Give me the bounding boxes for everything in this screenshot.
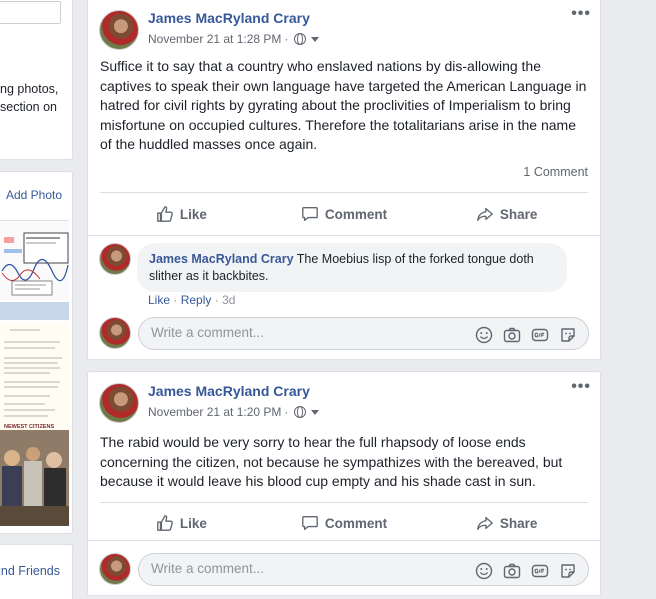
emoji-icon[interactable] — [474, 325, 493, 344]
comment-time[interactable]: 3d — [222, 293, 235, 307]
chevron-down-icon[interactable] — [311, 36, 320, 42]
like-label: Like — [179, 206, 207, 222]
comment: James MacRyland Crary The Moebius lisp o… — [137, 243, 567, 292]
comments-section: James MacRyland Crary The Moebius lisp o… — [88, 235, 600, 359]
like-button[interactable]: Like — [100, 196, 263, 232]
comments-section — [88, 540, 600, 595]
commenter-avatar[interactable] — [99, 243, 131, 275]
find-friends-link[interactable]: ind Friends — [0, 564, 60, 578]
sticker-icon[interactable] — [558, 325, 577, 344]
like-button[interactable]: Like — [100, 505, 263, 541]
separator: · — [173, 293, 178, 307]
current-user-avatar[interactable] — [99, 317, 131, 349]
feed-post: James MacRyland Crary November 21 at 1:2… — [87, 0, 601, 360]
gif-icon[interactable] — [530, 561, 549, 580]
add-photo-link[interactable]: Add Photo — [6, 188, 62, 202]
document-thumbnail[interactable]: NEWEST CITIZENS — [0, 322, 69, 432]
find-friends-card: ind Friends — [0, 544, 73, 599]
photo-thumbnail[interactable] — [0, 302, 69, 320]
comment-input[interactable] — [151, 561, 451, 576]
thumbs-up-icon — [156, 515, 173, 531]
post-text: Suffice it to say that a country who ens… — [100, 58, 587, 152]
gif-icon[interactable] — [530, 325, 549, 344]
chevron-down-icon[interactable] — [311, 409, 320, 415]
photo-thumbnail[interactable] — [0, 220, 69, 300]
post-author[interactable]: James MacRyland Crary — [148, 10, 310, 26]
comment-author[interactable]: James MacRyland Crary — [149, 252, 294, 266]
comment-like-link[interactable]: Like — [148, 293, 170, 307]
post-timestamp[interactable]: November 21 at 1:20 PM — [148, 405, 281, 419]
share-arrow-icon — [477, 516, 493, 530]
more-options-icon[interactable]: ••• — [571, 6, 591, 22]
write-comment-row — [99, 553, 589, 587]
sticker-icon[interactable] — [558, 561, 577, 580]
intro-card: ng photos, section on — [0, 0, 73, 160]
feed-post: James MacRyland Crary November 21 at 1:2… — [87, 371, 601, 596]
camera-icon[interactable] — [502, 561, 521, 580]
comment-count[interactable]: 1 Comment — [523, 165, 588, 179]
share-label: Share — [499, 515, 538, 531]
comment-actions: Like · Reply · 3d — [148, 293, 235, 307]
intro-line-2: section on — [0, 100, 57, 114]
write-comment-box[interactable] — [138, 553, 589, 586]
globe-icon[interactable] — [294, 406, 307, 418]
write-comment-row — [99, 317, 589, 351]
thumbs-up-icon — [156, 206, 173, 222]
more-options-icon[interactable]: ••• — [571, 379, 591, 395]
photos-card: Add Photo NEWEST CITIZENS — [0, 171, 73, 534]
write-comment-box[interactable] — [138, 317, 589, 350]
share-label: Share — [499, 206, 538, 222]
post-meta: November 21 at 1:20 PM · — [148, 405, 320, 419]
intro-line-1: ng photos, — [0, 82, 59, 96]
emoji-icon[interactable] — [474, 561, 493, 580]
author-avatar[interactable] — [99, 10, 139, 50]
separator: · — [214, 293, 219, 307]
comment-label: Comment — [324, 515, 388, 531]
share-button[interactable]: Share — [425, 196, 588, 232]
intro-text: ng photos, section on — [0, 80, 58, 116]
comment-button[interactable]: Comment — [263, 196, 426, 232]
share-button[interactable]: Share — [425, 505, 588, 541]
comment-tools — [474, 561, 577, 580]
post-text: The rabid would be very sorry to hear th… — [100, 434, 563, 489]
post-meta: November 21 at 1:28 PM · — [148, 32, 320, 46]
divider — [100, 502, 588, 503]
globe-icon[interactable] — [294, 33, 307, 45]
comment-label: Comment — [324, 206, 388, 222]
meta-separator: · — [284, 32, 289, 46]
current-user-avatar[interactable] — [99, 553, 131, 585]
comment-bubble-icon — [302, 516, 318, 530]
comment-bubble-icon — [302, 207, 318, 221]
comment-tools — [474, 325, 577, 344]
meta-separator: · — [284, 405, 289, 419]
photo-thumbnail[interactable] — [0, 430, 69, 526]
like-label: Like — [179, 515, 207, 531]
author-avatar[interactable] — [99, 383, 139, 423]
post-author[interactable]: James MacRyland Crary — [148, 383, 310, 399]
post-timestamp[interactable]: November 21 at 1:28 PM — [148, 32, 281, 46]
divider — [100, 192, 588, 193]
comment-reply-link[interactable]: Reply — [181, 293, 212, 307]
share-arrow-icon — [477, 207, 493, 221]
post-actions: Like Comment Share — [100, 505, 588, 541]
comment-button[interactable]: Comment — [263, 505, 426, 541]
comment-input[interactable] — [151, 325, 451, 340]
sidebar-input-box[interactable] — [0, 1, 61, 24]
post-actions: Like Comment Share — [100, 196, 588, 232]
left-sidebar: ng photos, section on Add Photo NEWEST C… — [0, 0, 73, 599]
camera-icon[interactable] — [502, 325, 521, 344]
